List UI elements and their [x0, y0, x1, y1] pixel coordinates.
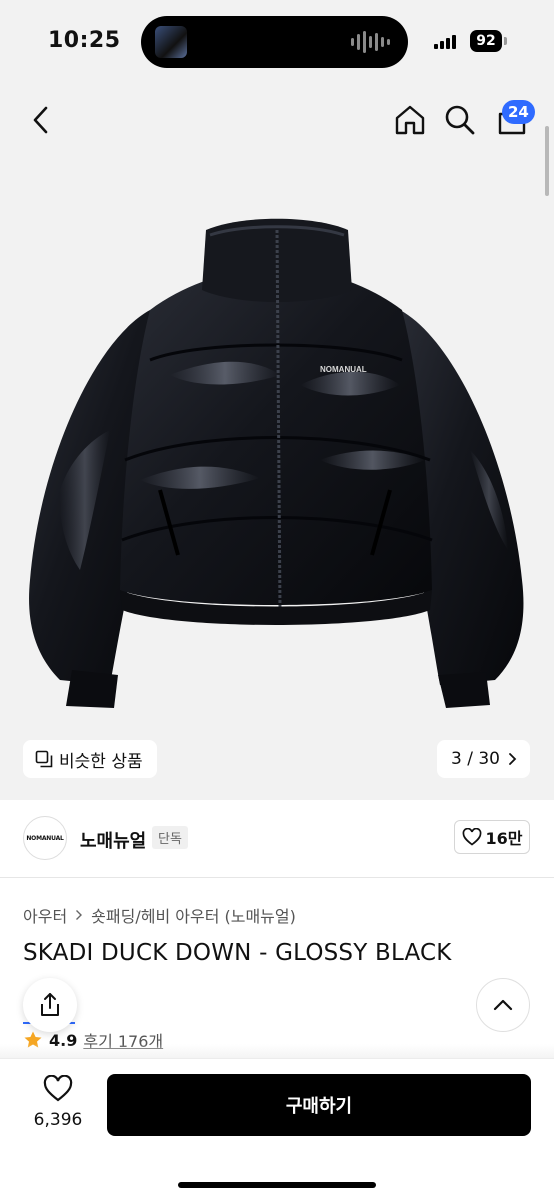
brand-logo-text: NOMANUAL	[26, 834, 64, 842]
chevron-right-icon	[509, 753, 517, 765]
exclusive-badge: 단독	[152, 826, 188, 849]
scrollbar[interactable]	[545, 126, 549, 196]
content-fade	[0, 1044, 554, 1058]
similar-products-button[interactable]: 비슷한 상품	[23, 740, 157, 778]
similar-products-label: 비슷한 상품	[59, 751, 143, 772]
status-bar: 10:25 92	[0, 0, 554, 84]
battery-icon: 92	[470, 30, 502, 52]
brand-row: NOMANUAL 노매뉴얼 단독 16만	[0, 800, 554, 878]
bottom-action-bar: 6,396 구매하기	[0, 1058, 554, 1200]
brand-like-button[interactable]: 16만	[454, 820, 530, 854]
heart-icon	[43, 1074, 73, 1102]
heart-icon	[462, 828, 481, 846]
scroll-top-button[interactable]	[476, 978, 530, 1032]
share-button[interactable]	[23, 978, 77, 1032]
product-title: SKADI DUCK DOWN - GLOSSY BLACK	[23, 940, 452, 966]
product-image-carousel[interactable]: NOMANUAL 비슷한 상품 3 / 30	[0, 160, 554, 800]
now-playing-artwork	[155, 26, 187, 58]
chevron-right-icon	[76, 910, 83, 920]
breadcrumb-item[interactable]: 숏패딩/헤비 아우터 (노매뉴얼)	[91, 903, 296, 927]
back-icon[interactable]	[24, 102, 60, 138]
audio-wave-icon	[351, 30, 390, 54]
cellular-signal-icon	[434, 33, 456, 49]
brand-like-count: 16만	[485, 829, 523, 848]
jacket-logo: NOMANUAL	[320, 365, 367, 374]
buy-button[interactable]: 구매하기	[107, 1074, 531, 1136]
share-icon	[41, 993, 59, 1016]
brand-logo[interactable]: NOMANUAL	[23, 816, 67, 860]
wishlist-button[interactable]: 6,396	[30, 1074, 86, 1130]
home-indicator	[178, 1182, 376, 1188]
chevron-up-icon	[493, 999, 513, 1011]
product-jacket-image: NOMANUAL	[29, 218, 524, 708]
breadcrumb: 아우터 숏패딩/헤비 아우터 (노매뉴얼)	[23, 903, 296, 927]
cart-count-badge: 24	[502, 100, 535, 124]
battery-level: 92	[476, 33, 496, 49]
status-time: 10:25	[48, 28, 121, 53]
search-icon[interactable]	[442, 102, 478, 138]
home-icon[interactable]	[392, 102, 428, 138]
breadcrumb-item[interactable]: 아우터	[23, 903, 67, 927]
image-counter: 3 / 30	[451, 749, 500, 769]
brand-name[interactable]: 노매뉴얼	[80, 827, 146, 853]
top-nav	[0, 84, 554, 160]
battery-tip	[504, 37, 507, 45]
similar-icon	[35, 750, 53, 768]
dynamic-island[interactable]	[141, 16, 408, 68]
image-counter-button[interactable]: 3 / 30	[437, 740, 530, 778]
wishlist-count: 6,396	[33, 1110, 83, 1130]
